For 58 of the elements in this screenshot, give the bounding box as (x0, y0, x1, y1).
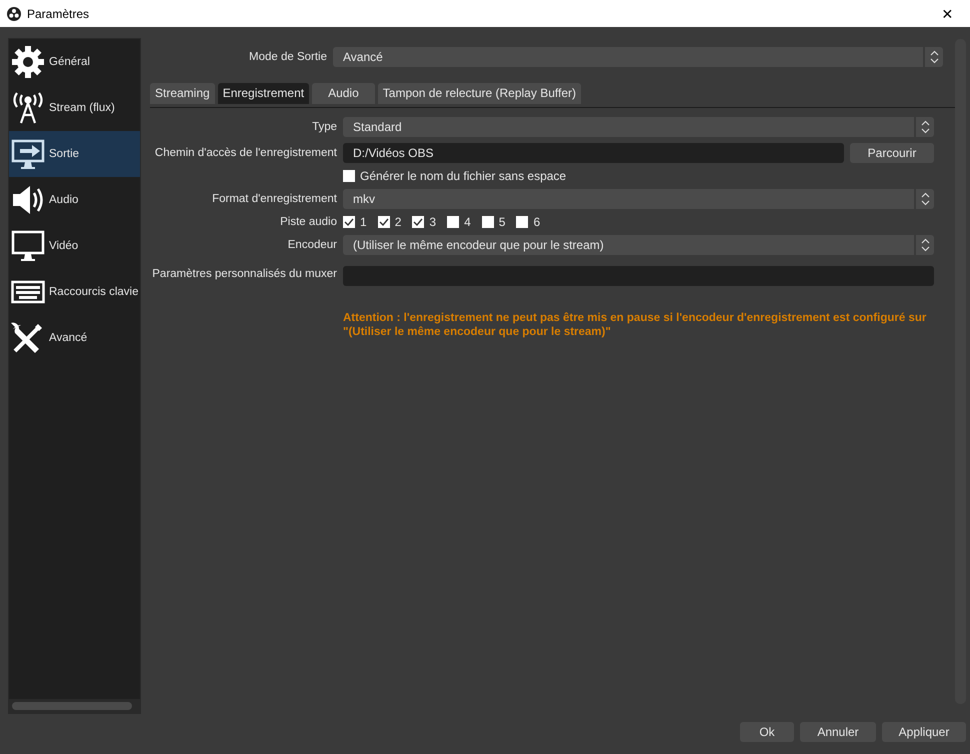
field-label: Format d'enregistrement (211, 193, 337, 205)
browse-button[interactable]: Parcourir (850, 143, 934, 163)
sidebar-item[interactable]: Stream (flux) (9, 85, 140, 131)
dropdown[interactable]: Standard (343, 117, 934, 137)
up-down-chevron-icon (930, 50, 938, 64)
tools-icon (11, 321, 45, 355)
input-field[interactable] (343, 266, 934, 286)
dialog-button[interactable]: Appliquer (882, 722, 966, 742)
field-label: Type (311, 121, 337, 133)
monitor-icon (11, 229, 45, 263)
window-title: Paramètres (27, 6, 90, 20)
track-label: 5 (498, 215, 506, 229)
checkbox[interactable] (516, 216, 528, 228)
warning-text: Attention : l'enregistrement ne peut pas être mis en pause si l'encodeur d'enregistrement est configuré sur "(Utiliser le même encodeur que pour le stream)" (343, 311, 928, 339)
checkbox[interactable] (482, 216, 494, 228)
sidebar-item[interactable]: Sortie (9, 131, 140, 177)
sidebar-item[interactable]: Avancé (9, 315, 140, 361)
field-label: Paramètres personnalisés du muxer (151, 268, 337, 280)
dropdown[interactable]: Avancé (333, 47, 943, 67)
field-label: Mode de Sortie (248, 51, 327, 63)
up-down-chevron-icon (920, 192, 930, 206)
track-label: 3 (429, 215, 436, 229)
checkbox[interactable] (343, 170, 355, 182)
antenna-icon (11, 91, 45, 125)
checkbox[interactable] (447, 216, 460, 228)
up-down-chevron-icon (920, 120, 930, 134)
dialog-button[interactable]: Annuler (800, 722, 876, 742)
gear-icon (11, 45, 45, 79)
sidebar-item[interactable]: Vidéo (9, 223, 140, 269)
dropdown[interactable]: mkv (343, 189, 934, 209)
tab[interactable]: Tampon de relecture (Replay Buffer) (378, 83, 581, 104)
track-label: 2 (394, 215, 402, 229)
field-label: Piste audio (279, 216, 337, 228)
track-label: 6 (533, 215, 540, 229)
field-label: Encodeur (286, 239, 337, 251)
tab[interactable]: Audio (312, 83, 375, 104)
field-label: Chemin d'accès de l'enregistrement (154, 147, 337, 159)
tab[interactable]: Enregistrement (218, 83, 310, 104)
speaker-icon (11, 183, 45, 217)
sidebar-item[interactable]: Général (9, 39, 140, 85)
sidebar-item[interactable]: Audio (9, 177, 140, 223)
dialog-button[interactable]: Ok (740, 722, 794, 742)
dropdown[interactable]: (Utiliser le même encodeur que pour le stream) (343, 235, 934, 255)
monitor-arrow-icon (11, 137, 45, 171)
track-label: 1 (360, 215, 367, 229)
path-field[interactable]: D:/Vidéos OBS (343, 143, 844, 163)
close-button[interactable]: ✕ (925, 6, 970, 22)
scrollbar[interactable] (955, 39, 966, 704)
checkbox[interactable] (343, 216, 355, 228)
checkbox[interactable] (378, 216, 390, 228)
checkbox[interactable] (412, 216, 424, 228)
sidebar-item[interactable]: Raccourcis clavie (9, 269, 140, 315)
scrollbar-thumb[interactable] (12, 702, 132, 710)
track-label: 4 (464, 215, 471, 229)
tab[interactable]: Streaming (150, 83, 215, 104)
app-logo-icon (7, 6, 21, 20)
checkbox-label: Générer le nom du fichier sans espace (360, 169, 566, 183)
up-down-chevron-icon (920, 238, 930, 252)
